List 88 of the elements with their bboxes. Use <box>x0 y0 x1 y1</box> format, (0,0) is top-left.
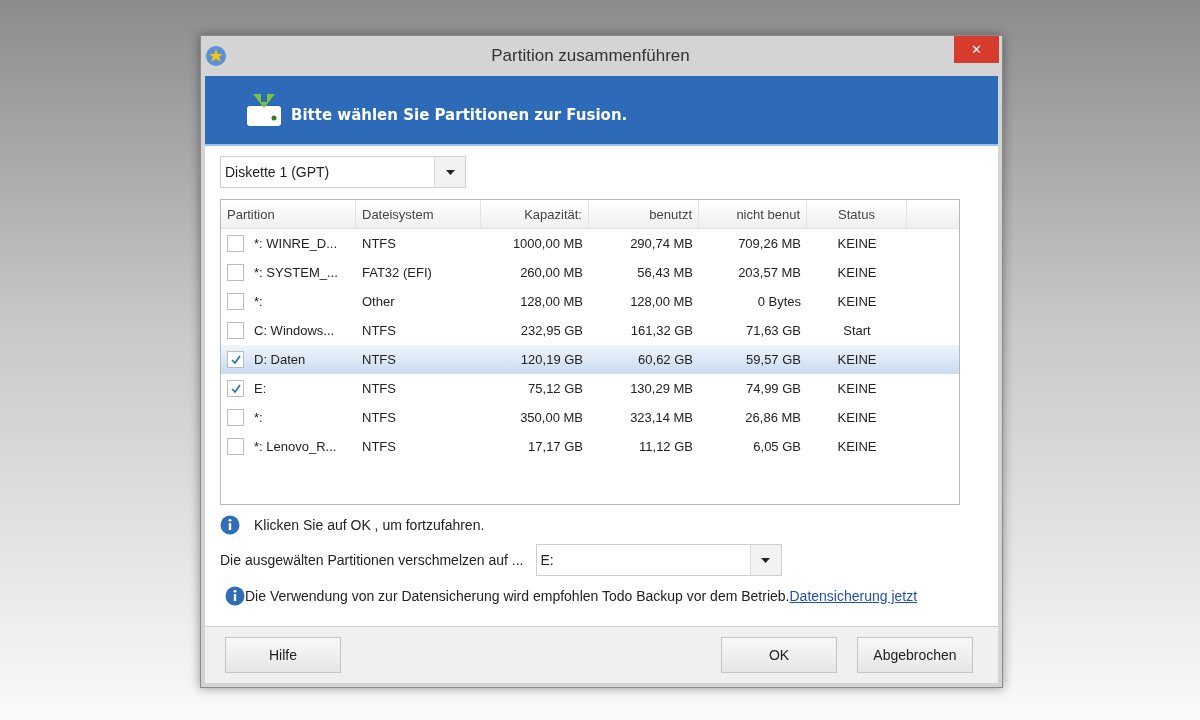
caret-icon <box>445 169 455 175</box>
table-row[interactable]: E: NTFS 75,12 GB 130,29 MB 74,99 GB KEINE <box>221 374 959 403</box>
table-cell: NTFS <box>362 236 396 251</box>
table-cell: 709,26 MB <box>738 236 801 251</box>
table-cell: 260,00 MB <box>520 265 583 280</box>
table-cell: 26,86 MB <box>745 410 801 425</box>
table-cell: 11,12 GB <box>639 439 693 454</box>
table-cell: *: <box>254 410 263 425</box>
ok-button[interactable]: OK <box>721 637 837 673</box>
table-cell: *: Lenovo_R... <box>254 439 337 454</box>
table-row[interactable]: *: WINRE_D... NTFS 1000,00 MB 290,74 MB 709,26 MB KEINE <box>221 229 959 258</box>
table-cell: 128,00 MB <box>630 294 693 309</box>
checkbox[interactable] <box>227 380 244 397</box>
table-cell: 161,32 GB <box>630 323 693 338</box>
info-icon <box>220 515 240 535</box>
cancel-button[interactable]: Abgebrochen <box>857 637 973 673</box>
table-cell: NTFS <box>362 439 396 454</box>
table-row[interactable]: *: Lenovo_R... NTFS 17,17 GB 11,12 GB 6,05 GB KEINE <box>221 432 959 461</box>
table-cell: 120,19 GB <box>520 352 583 367</box>
table-cell: 0 Bytes <box>757 294 801 309</box>
app-icon <box>205 45 227 67</box>
table-cell: 60,62 GB <box>638 352 693 367</box>
table-cell: 6,05 GB <box>753 439 801 454</box>
table-row[interactable]: D: Daten NTFS 120,19 GB 60,62 GB 59,57 GB KEINE <box>221 345 959 374</box>
table-row[interactable]: *: Other 128,00 MB 128,00 MB 0 Bytes KEINE <box>221 287 959 316</box>
checkbox[interactable] <box>227 235 244 252</box>
merge-label: Die ausgewälten Partitionen verschmelzen auf ... <box>220 552 524 568</box>
checkbox[interactable] <box>227 264 244 281</box>
table-cell: 17,17 GB <box>528 439 583 454</box>
table-row[interactable]: C: Windows... NTFS 232,95 GB 161,32 GB 71,63 GB Start <box>221 316 959 345</box>
table-cell: KEINE <box>837 381 877 396</box>
disk-dropdown[interactable]: Diskette 1 (GPT) <box>220 156 466 188</box>
table-cell: KEINE <box>837 265 877 280</box>
banner-heading: Bitte wählen Sie Partitionen zur Fusion. <box>291 106 628 124</box>
table-cell: *: WINRE_D... <box>254 236 338 251</box>
backup-link[interactable]: Datensicherung jetzt <box>789 588 918 604</box>
table-cell: 1000,00 MB <box>512 236 583 251</box>
column-header[interactable]: Partition <box>221 200 356 228</box>
checkbox[interactable] <box>227 351 244 368</box>
table-cell: *: <box>254 294 263 309</box>
column-header[interactable]: benutzt <box>589 200 699 228</box>
table-cell: 71,63 GB <box>746 323 801 338</box>
table-cell: KEINE <box>837 410 877 425</box>
checkbox[interactable] <box>227 409 244 426</box>
table-cell: 128,00 MB <box>520 294 583 309</box>
table-cell: 74,99 GB <box>746 381 801 396</box>
column-header[interactable]: Dateisystem <box>356 200 481 228</box>
table-cell: 75,12 GB <box>528 381 583 396</box>
checkbox[interactable] <box>227 438 244 455</box>
hint-text: Klicken Sie auf OK , um fortzufahren. <box>254 517 485 533</box>
table-cell: KEINE <box>837 294 877 309</box>
table-cell: D: Daten <box>254 352 306 367</box>
table-cell: E: <box>254 381 267 396</box>
table-cell: Other <box>362 294 395 309</box>
table-cell: KEINE <box>837 352 877 367</box>
table-cell: NTFS <box>362 410 396 425</box>
backup-note: Die Verwendung von zur Datensicherung wird empfohlen Todo Backup vor dem Betrieb.Datensicherung jetzt <box>245 588 918 604</box>
target-dropdown[interactable]: E: <box>535 544 782 576</box>
window-title: Partition zusammenführen <box>490 46 691 66</box>
table-cell: 130,29 MB <box>630 381 693 396</box>
table-row[interactable]: *: NTFS 350,00 MB 323,14 MB 26,86 MB KEINE <box>221 403 959 432</box>
table-cell: *: SYSTEM_... <box>254 265 338 280</box>
checkbox[interactable] <box>227 322 244 339</box>
table-cell: C: Windows... <box>254 323 335 338</box>
drive-download-icon <box>245 92 283 128</box>
help-button[interactable]: Hilfe <box>225 637 341 673</box>
table-cell: 323,14 MB <box>630 410 693 425</box>
close-button[interactable]: ✕ <box>954 36 999 63</box>
table-cell: 56,43 MB <box>637 265 693 280</box>
table-cell: 59,57 GB <box>746 352 801 367</box>
table-cell: KEINE <box>837 439 877 454</box>
table-cell: NTFS <box>362 352 396 367</box>
column-header[interactable]: Kapazität: <box>481 200 589 228</box>
table-cell: NTFS <box>362 381 396 396</box>
table-cell: FAT32 (EFI) <box>362 265 432 280</box>
table-cell: Start <box>843 323 871 338</box>
caret-icon <box>761 557 770 563</box>
table-cell: 350,00 MB <box>520 410 583 425</box>
checkbox[interactable] <box>227 293 244 310</box>
table-cell: KEINE <box>837 236 877 251</box>
table-cell: 232,95 GB <box>520 323 583 338</box>
table-cell: NTFS <box>362 323 396 338</box>
table-cell: 203,57 MB <box>738 265 801 280</box>
column-header[interactable]: nicht benut <box>699 200 807 228</box>
table-row[interactable]: *: SYSTEM_... FAT32 (EFI) 260,00 MB 56,43 MB 203,57 MB KEINE <box>221 258 959 287</box>
table-cell: 290,74 MB <box>630 236 693 251</box>
info-icon <box>225 586 245 606</box>
column-header[interactable]: Status <box>807 200 907 228</box>
